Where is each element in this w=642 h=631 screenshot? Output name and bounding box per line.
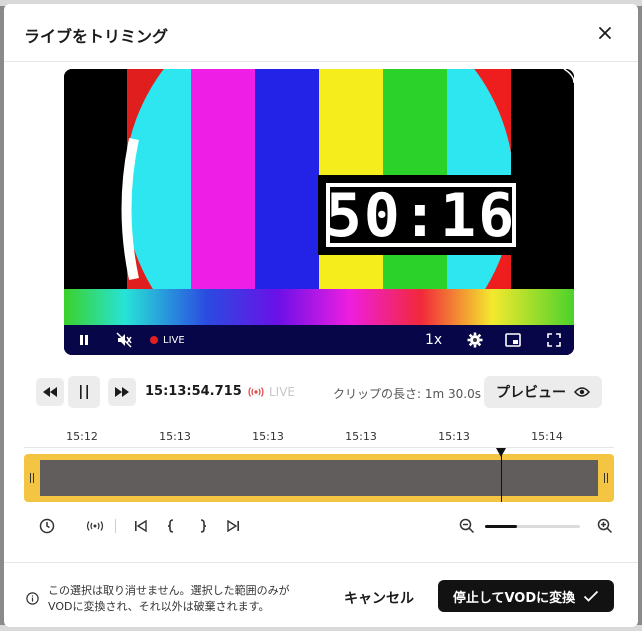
grip-icon [604,473,608,483]
rewind-button[interactable] [36,378,64,406]
settings-button[interactable] [464,325,486,355]
fast-forward-button[interactable] [108,378,136,406]
live-indicator[interactable]: LIVE [150,333,185,347]
trim-timeline[interactable] [24,448,614,502]
current-timecode: 15:13:54.715 [145,384,242,399]
zoom-in-icon [597,518,613,534]
skip-to-start-icon [135,520,147,532]
player-pause-button[interactable] [74,325,94,355]
live-dot-icon [150,336,158,344]
tick-label: 15:13 [345,430,377,443]
pause-button[interactable] [68,376,100,408]
close-brace-icon [200,519,207,533]
fullscreen-button[interactable] [543,325,565,355]
selected-range[interactable] [40,460,598,496]
playback-speed-button[interactable]: 1x [425,332,442,348]
grip-icon [30,473,34,483]
tick-label: 15:13 [159,430,191,443]
picture-in-picture-button[interactable] [502,325,524,355]
tick-label: 15:13 [438,430,470,443]
fullscreen-icon [547,333,561,347]
eye-icon [574,387,590,397]
transport-controls: 15:13:54.715 LIVE クリップの長さ: 1m 30.0s プレビュ… [36,376,606,408]
tick-label: 15:14 [531,430,563,443]
open-brace-icon [167,519,174,533]
go-to-start-button[interactable] [130,514,152,538]
pause-icon [80,385,88,399]
dialog-footer: この選択は取り消せません。選択した範囲のみが VODに変換され、それ以外は破棄さ… [4,562,638,627]
stop-and-convert-button[interactable]: 停止してVODに変換 [438,580,614,612]
set-in-point-button[interactable] [160,514,182,538]
zoom-out-button[interactable] [456,514,478,538]
speaker-muted-icon [116,332,132,348]
broadcast-icon [86,521,104,531]
dialog-title: ライブをトリミング [24,27,169,46]
zoom-out-icon [459,518,475,534]
timeline-tools [36,514,616,538]
broadcast-icon [248,387,264,397]
mute-button[interactable] [114,325,134,355]
cancel-button[interactable]: キャンセル [334,585,424,611]
jump-to-live-button[interactable] [84,514,106,538]
zoom-slider[interactable] [485,525,580,528]
warning-line: この選択は取り消せません。選択した範囲のみが [48,584,290,597]
pause-icon [80,335,88,345]
convert-label: 停止してVODに変換 [452,590,576,606]
go-live-button[interactable]: LIVE [248,385,295,399]
go-live-label: LIVE [269,385,296,399]
gear-icon [467,332,483,348]
playhead[interactable] [496,448,506,502]
close-button[interactable] [594,22,616,44]
trim-live-dialog: ライブをトリミング 50:16 LIVE 1x 15:13:54.715 LIV… [4,4,638,627]
clock-icon [39,518,55,534]
checkmark-icon [584,590,599,602]
live-label: LIVE [163,334,185,346]
close-icon [599,27,611,39]
zoom-in-button[interactable] [594,514,616,538]
tick-label: 15:12 [66,430,98,443]
zoom-slider-fill [485,525,518,528]
tick-label: 15:13 [252,430,284,443]
preview-button[interactable]: プレビュー [484,376,602,408]
warning-line: VODに変換され、それ以外は破棄されます。 [48,600,270,613]
clock-overlay: 50:16 [325,181,517,251]
set-out-point-button[interactable] [192,514,214,538]
skip-to-end-icon [227,520,239,532]
video-player[interactable]: 50:16 LIVE 1x [64,69,574,355]
go-to-end-button[interactable] [222,514,244,538]
jump-to-time-button[interactable] [36,514,58,538]
trim-start-handle[interactable] [24,454,40,502]
preview-label: プレビュー [496,385,566,401]
dialog-header: ライブをトリミング [4,4,638,62]
pip-icon [505,333,521,347]
clip-length: クリップの長さ: 1m 30.0s [333,387,481,401]
playhead-marker-icon [496,448,506,457]
divider [115,519,116,533]
player-controls-bar: LIVE 1x [64,325,574,355]
fast-forward-icon [115,387,129,397]
trim-end-handle[interactable] [598,454,614,502]
time-ruler: 15:12 15:13 15:13 15:13 15:13 15:14 [24,428,614,448]
irreversible-warning: この選択は取り消せません。選択した範囲のみが VODに変換され、それ以外は破棄さ… [48,583,338,615]
info-icon [26,592,39,605]
rewind-icon [43,387,57,397]
